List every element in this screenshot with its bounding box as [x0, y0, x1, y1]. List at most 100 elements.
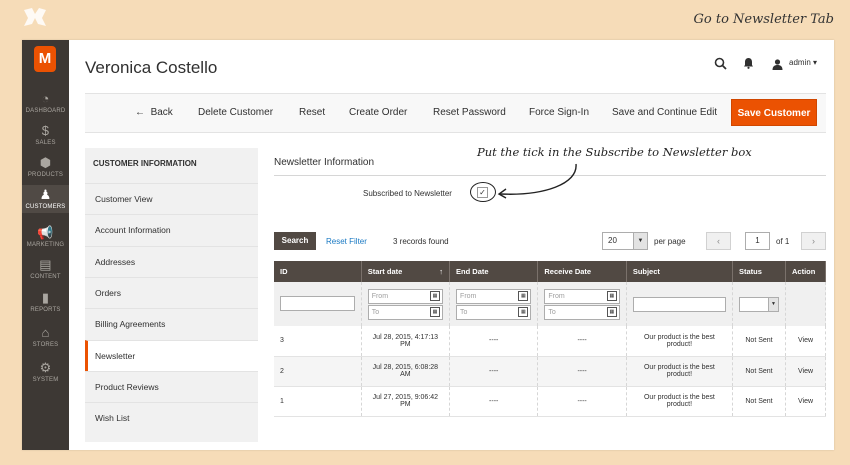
tutorial-caption: Go to Newsletter Tab — [693, 12, 834, 27]
bell-icon[interactable] — [743, 57, 754, 72]
sidebar-item-stores[interactable]: ⌂ STORES — [22, 323, 69, 351]
col-status[interactable]: Status — [732, 261, 786, 282]
start-to-input[interactable]: To ▦ — [367, 304, 444, 320]
receive-from-input[interactable]: From ▦ — [544, 288, 620, 304]
sidebar-item-products[interactable]: ⬢ PRODUCTS — [22, 153, 69, 181]
user-icon[interactable] — [772, 58, 783, 73]
customer-tabs: CUSTOMER INFORMATION Customer View Accoun… — [85, 148, 258, 442]
page-title: Veronica Costello — [85, 58, 218, 77]
sidebar-item-label: REPORTS — [30, 307, 61, 313]
tab-product-reviews[interactable]: Product Reviews — [85, 370, 258, 402]
page-actions-bar: ← Back Delete Customer Reset Create Orde… — [85, 93, 826, 133]
prev-page-button[interactable]: ‹ — [706, 232, 731, 250]
status-filter-select[interactable]: ▼ — [739, 296, 779, 312]
cell-end-date: ---- — [449, 386, 539, 417]
col-id[interactable]: ID — [274, 261, 362, 282]
subject-filter-input[interactable] — [632, 296, 726, 312]
newsletter-content: Newsletter Information Subscribed to New… — [274, 145, 826, 442]
reset-button[interactable]: Reset — [299, 107, 325, 118]
save-continue-button[interactable]: Save and Continue Edit — [612, 107, 717, 118]
col-action: Action — [785, 261, 826, 282]
admin-username: admin — [789, 58, 811, 67]
save-customer-button[interactable]: Save Customer — [731, 99, 817, 126]
calendar-icon[interactable]: ▦ — [518, 306, 529, 317]
col-start-date[interactable]: Start date ↑ — [361, 261, 451, 282]
next-page-button[interactable]: › — [801, 232, 826, 250]
calendar-icon[interactable]: ▦ — [430, 306, 441, 317]
calendar-icon[interactable]: ▦ — [430, 290, 441, 301]
cell-start-date: Jul 28, 2015, 4:17:13 PM — [361, 326, 451, 357]
sidebar-item-sales[interactable]: $ SALES — [22, 121, 69, 149]
annotation-circle — [470, 182, 496, 202]
admin-user-menu[interactable]: admin ▾ — [789, 58, 817, 67]
force-signin-button[interactable]: Force Sign-In — [529, 107, 589, 118]
cell-start-date: Jul 28, 2015, 6:08:28 AM — [361, 356, 451, 387]
col-subject[interactable]: Subject — [626, 261, 734, 282]
store-icon: ⌂ — [41, 325, 50, 340]
annotation-callout: Put the tick in the Subscribe to Newslet… — [477, 145, 752, 159]
start-from-input[interactable]: From ▦ — [367, 288, 444, 304]
cell-receive-date: ---- — [537, 326, 627, 357]
view-link[interactable]: View — [785, 386, 826, 417]
sidebar-item-dashboard[interactable]: ◔ DASHBOARD — [22, 89, 69, 117]
sidebar-item-reports[interactable]: ▮ REPORTS — [22, 288, 69, 316]
page-total: of 1 — [776, 237, 790, 246]
search-button[interactable]: Search — [274, 232, 316, 250]
table-row: 2 Jul 28, 2015, 6:08:28 AM ---- ---- Our pro… — [274, 356, 826, 387]
sidebar-item-label: SALES — [35, 140, 56, 146]
tab-account-information[interactable]: Account Information — [85, 214, 258, 245]
calendar-icon[interactable]: ▦ — [518, 290, 529, 301]
per-page-select[interactable]: 20 ▼ — [602, 232, 648, 250]
calendar-icon[interactable]: ▦ — [606, 290, 617, 301]
chevron-down-icon: ▼ — [768, 297, 778, 311]
end-from-input[interactable]: From ▦ — [456, 288, 532, 304]
view-link[interactable]: View — [785, 356, 826, 387]
dashboard-icon: ◔ — [41, 91, 50, 106]
col-receive-date[interactable]: Receive Date — [537, 261, 627, 282]
sidebar-item-system[interactable]: ⚙ SYSTEM — [22, 358, 69, 386]
reset-filter-link[interactable]: Reset Filter — [326, 237, 367, 246]
create-order-button[interactable]: Create Order — [349, 107, 407, 118]
per-page-label: per page — [654, 237, 686, 246]
sidebar-item-content[interactable]: ▤ CONTENT — [22, 255, 69, 283]
filter-row: From ▦ To ▦ From ▦ To ▦ From ▦ To ▦ ▼ — [274, 282, 826, 326]
arrow-left-icon: ← — [135, 107, 145, 118]
tab-orders[interactable]: Orders — [85, 276, 258, 308]
reset-password-button[interactable]: Reset Password — [433, 107, 506, 118]
sidebar-item-marketing[interactable]: 📢 MARKETING — [22, 223, 69, 251]
end-to-input[interactable]: To ▦ — [456, 304, 532, 320]
col-end-date[interactable]: End Date — [449, 261, 539, 282]
person-icon: ♟ — [39, 187, 52, 202]
table-row: 3 Jul 28, 2015, 4:17:13 PM ---- ---- Our pro… — [274, 326, 826, 357]
sidebar-item-label: CUSTOMERS — [25, 204, 66, 210]
chevron-down-icon: ▾ — [813, 58, 818, 67]
admin-window: M ◔ DASHBOARD $ SALES ⬢ PRODUCTS ♟ CUSTOMERS 📢 MA… — [22, 40, 834, 450]
cell-id: 1 — [274, 386, 362, 417]
cell-receive-date: ---- — [537, 356, 627, 387]
chevron-left-icon: ‹ — [717, 236, 720, 246]
magento-logo-icon[interactable]: M — [34, 46, 56, 72]
search-icon[interactable] — [714, 57, 727, 73]
bar-chart-icon: ▮ — [41, 290, 50, 305]
tab-wish-list[interactable]: Wish List — [85, 402, 258, 433]
tab-customer-view[interactable]: Customer View — [85, 183, 258, 214]
sidebar-item-customers[interactable]: ♟ CUSTOMERS — [22, 185, 69, 213]
tab-billing-agreements[interactable]: Billing Agreements — [85, 308, 258, 339]
sidebar-item-label: STORES — [32, 342, 59, 348]
cell-id: 2 — [274, 356, 362, 387]
chevron-down-icon: ▼ — [633, 233, 647, 249]
cell-status: Not Sent — [732, 326, 786, 357]
receive-to-input[interactable]: To ▦ — [544, 304, 620, 320]
id-filter-input[interactable] — [280, 296, 355, 311]
cell-status: Not Sent — [732, 386, 786, 417]
sidebar-item-label: CONTENT — [30, 274, 61, 280]
tabs-title: CUSTOMER INFORMATION — [93, 159, 197, 168]
back-button[interactable]: ← Back — [135, 107, 173, 118]
page-input[interactable]: 1 — [745, 232, 770, 250]
delete-customer-button[interactable]: Delete Customer — [198, 107, 273, 118]
tab-addresses[interactable]: Addresses — [85, 245, 258, 277]
calendar-icon[interactable]: ▦ — [606, 306, 617, 317]
tab-newsletter[interactable]: Newsletter — [85, 339, 258, 371]
view-link[interactable]: View — [785, 326, 826, 357]
main-area: Veronica Costello admin ▾ ← Back Delete … — [69, 40, 834, 450]
